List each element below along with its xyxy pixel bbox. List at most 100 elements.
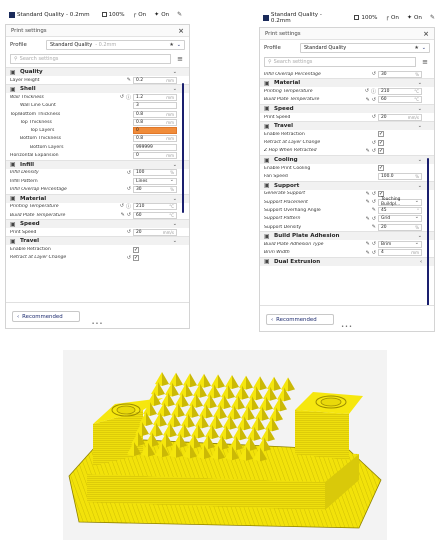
profile-summary[interactable]: Standard Quality - 0.2mm xyxy=(9,11,90,18)
setting-input[interactable]: 0.2 mm xyxy=(133,76,177,84)
category-speed[interactable]: ▣ Speed ⌄ xyxy=(6,219,189,229)
edit-settings-icon[interactable]: ✎ xyxy=(430,14,435,21)
reset-icon[interactable]: ↺ xyxy=(120,94,124,101)
reset-icon[interactable]: ↺ xyxy=(372,97,376,103)
setting-input[interactable]: 0.8 mm xyxy=(133,135,177,143)
settings-list[interactable]: ▣ Quality ⌄ Layer Height ✎ 0.2 mm ▣ Shell ⌄ Wall T… xyxy=(6,67,189,302)
setting-input[interactable]: 45 ° xyxy=(378,206,422,214)
setting-input[interactable]: 60 °C xyxy=(378,96,422,104)
link-icon[interactable]: ✎ xyxy=(372,207,376,213)
link-icon[interactable]: ✎ xyxy=(366,191,370,197)
setting-input[interactable]: 210 °C xyxy=(133,203,177,211)
setting-dropdown[interactable]: Grid xyxy=(378,214,422,223)
menu-icon[interactable]: ≡ xyxy=(175,55,185,63)
setting-input[interactable]: 0.8 mm xyxy=(133,118,177,126)
adhesion-summary[interactable]: ✦ On xyxy=(154,12,169,18)
category-travel[interactable]: ▣ Travel ⌄ xyxy=(6,236,189,246)
setting-input[interactable]: 100% xyxy=(133,169,177,177)
close-icon[interactable]: × xyxy=(423,30,429,38)
reset-icon[interactable]: ↺ xyxy=(372,71,376,77)
close-icon[interactable]: × xyxy=(178,27,184,35)
support-summary[interactable]: ┌ On xyxy=(385,15,399,21)
scrollbar[interactable] xyxy=(182,83,184,213)
reset-icon[interactable]: ↺ xyxy=(365,88,369,95)
settings-list[interactable]: Infill Overlap Percentage ↺ 30% ▣ Material ⌄ P… xyxy=(260,70,434,305)
reset-icon[interactable]: ↺ xyxy=(120,203,124,210)
setting-input[interactable]: 20 mm/s xyxy=(133,228,177,236)
reset-icon[interactable]: ↺ xyxy=(372,216,376,222)
print-setup-bar[interactable]: Standard Quality - 0.2mm 100% ┌ On ✦ On … xyxy=(5,5,190,24)
search-input[interactable]: ⚲ Search settings xyxy=(264,57,416,67)
profile-dropdown[interactable]: Standard Quality - 0.2mm ★ ⌄ xyxy=(46,39,185,50)
category-support[interactable]: ▣ Support ⌄ xyxy=(260,180,434,190)
menu-icon[interactable]: ≡ xyxy=(420,58,430,66)
reset-icon[interactable]: ↺ xyxy=(372,250,376,256)
info-icon[interactable]: ⓘ xyxy=(371,88,376,95)
resize-handle[interactable]: ••• xyxy=(341,324,353,330)
info-icon[interactable]: ⓘ xyxy=(126,94,131,101)
setting-checkbox[interactable]: ✓ xyxy=(133,254,139,261)
setting-input[interactable]: 30% xyxy=(378,70,422,78)
edit-settings-icon[interactable]: ✎ xyxy=(177,11,182,18)
category-dual-extrusion[interactable]: ▣ Dual Extrusion ‹ xyxy=(260,256,434,266)
star-icon[interactable]: ★ xyxy=(169,42,173,48)
reset-icon[interactable]: ↺ xyxy=(372,199,376,205)
setting-input[interactable]: 30% xyxy=(133,185,177,193)
reset-icon[interactable]: ↺ xyxy=(372,140,376,146)
setting-input[interactable]: 20 mm/s xyxy=(378,113,422,121)
link-icon[interactable]: ✎ xyxy=(366,97,370,103)
setting-input[interactable]: 20% xyxy=(378,223,422,231)
setting-checkbox[interactable]: ✓ xyxy=(378,165,384,172)
link-icon[interactable]: ✎ xyxy=(366,250,370,256)
setting-input[interactable]: 100.0% xyxy=(378,173,422,181)
category-material[interactable]: ▣ Material ⌄ xyxy=(6,193,189,203)
reset-icon[interactable]: ↺ xyxy=(127,186,131,192)
info-icon[interactable]: ⓘ xyxy=(126,203,131,210)
setting-input[interactable]: 999999 xyxy=(133,143,177,151)
setting-checkbox[interactable]: ✓ xyxy=(378,147,384,154)
reset-icon[interactable]: ↺ xyxy=(372,191,376,197)
support-summary[interactable]: ┌ On xyxy=(133,12,147,18)
link-icon[interactable]: ✎ xyxy=(366,216,370,222)
reset-icon[interactable]: ↺ xyxy=(127,229,131,235)
link-icon[interactable]: ✎ xyxy=(366,148,370,154)
category-material[interactable]: ▣ Material ⌄ xyxy=(260,78,434,88)
reset-icon[interactable]: ↺ xyxy=(372,114,376,120)
infill-summary[interactable]: 100% xyxy=(101,12,125,18)
resize-handle[interactable]: ••• xyxy=(92,321,104,327)
setting-dropdown[interactable]: Brim xyxy=(378,240,422,248)
setting-input[interactable]: 0.8 mm xyxy=(133,110,177,118)
setting-input[interactable]: 4 mm xyxy=(378,249,422,257)
category-shell[interactable]: ▣ Shell ⌄ xyxy=(6,84,189,94)
setting-checkbox[interactable]: ✓ xyxy=(378,190,384,197)
recommended-button[interactable]: ‹ Recommended xyxy=(12,311,80,322)
scrollbar[interactable] xyxy=(427,158,429,308)
reset-icon[interactable]: ↺ xyxy=(127,255,131,261)
setting-input[interactable]: 0 mm xyxy=(133,152,177,160)
setting-checkbox[interactable]: ✓ xyxy=(378,131,384,138)
reset-icon[interactable]: ↺ xyxy=(127,212,131,218)
link-icon[interactable]: ✎ xyxy=(366,241,370,247)
reset-icon[interactable]: ↺ xyxy=(127,170,131,176)
link-icon[interactable]: ✎ xyxy=(366,199,370,205)
profile-dropdown[interactable]: Standard Quality ★ ⌄ xyxy=(300,42,430,53)
reset-icon[interactable]: ↺ xyxy=(372,148,376,154)
profile-summary[interactable]: Standard Quality - 0.2mm xyxy=(263,12,342,24)
category-infill[interactable]: ▣ Infill ⌄ xyxy=(6,159,189,169)
reset-icon[interactable]: ↺ xyxy=(372,241,376,247)
category-quality[interactable]: ▣ Quality ⌄ xyxy=(6,67,189,76)
setting-input[interactable]: 1.2 mm xyxy=(133,93,177,101)
adhesion-summary[interactable]: ✦ On xyxy=(407,15,422,21)
link-icon[interactable]: ✎ xyxy=(127,77,131,83)
setting-input[interactable]: 60 °C xyxy=(133,211,177,219)
infill-summary[interactable]: 100% xyxy=(354,15,377,21)
category-build-plate-adhesion[interactable]: ▣ Build Plate Adhesion ⌄ xyxy=(260,231,434,241)
setting-checkbox[interactable]: ✓ xyxy=(378,139,384,146)
category-cooling[interactable]: ▣ Cooling ⌄ xyxy=(260,155,434,165)
category-speed[interactable]: ▣ Speed ⌄ xyxy=(260,103,434,113)
search-input[interactable]: ⚲ Search settings xyxy=(10,54,171,64)
setting-input[interactable]: 0 xyxy=(133,127,177,135)
setting-dropdown[interactable]: Touching Buildpl... xyxy=(378,197,422,207)
category-travel[interactable]: ▣ Travel ⌄ xyxy=(260,121,434,131)
setting-checkbox[interactable]: ✓ xyxy=(133,246,139,253)
